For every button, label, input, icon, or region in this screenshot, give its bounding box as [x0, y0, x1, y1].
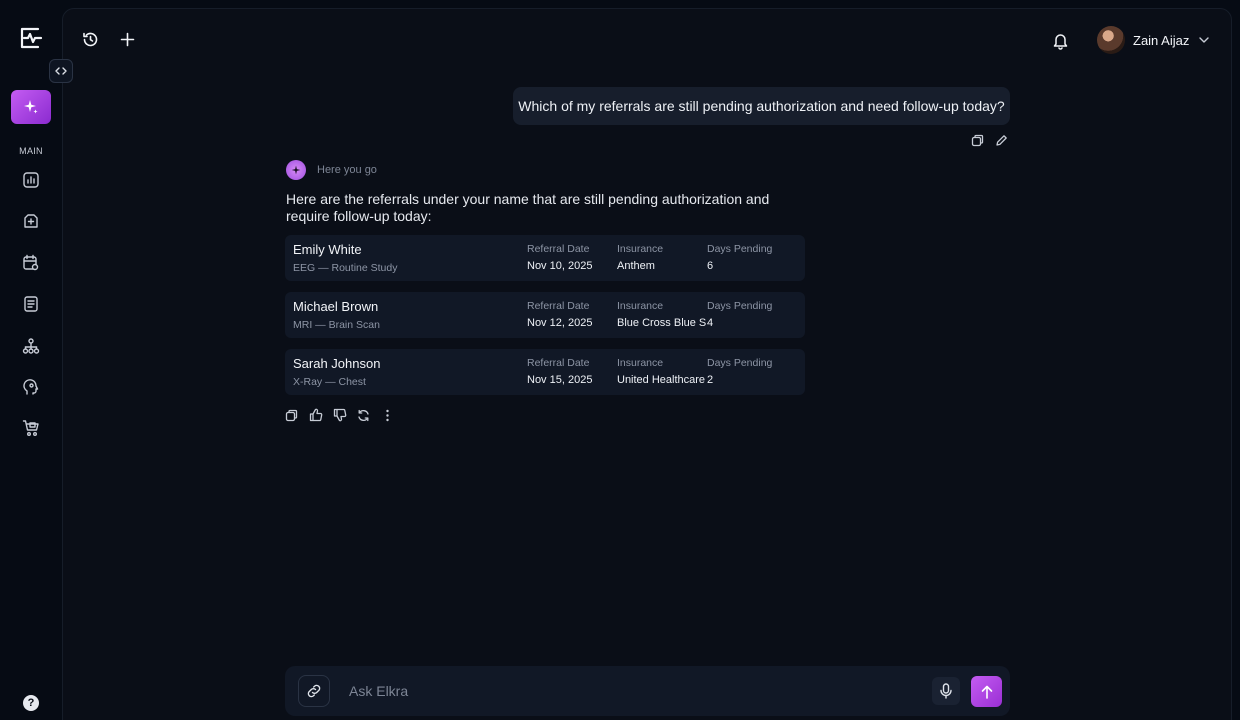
sidebar-item-network[interactable]	[19, 334, 43, 358]
voice-input-button[interactable]	[932, 677, 960, 705]
refresh-icon	[358, 409, 369, 421]
insurance-value: United Healthcare	[617, 374, 706, 386]
insurance-value: Blue Cross Blue S...	[617, 317, 707, 329]
new-chat-button[interactable]	[116, 28, 138, 50]
user-menu[interactable]: Zain Aijaz	[1097, 26, 1210, 54]
chat-composer	[285, 666, 1010, 716]
more-vertical-icon	[386, 409, 389, 421]
calendar-settings-icon	[23, 254, 39, 271]
history-icon	[82, 32, 97, 46]
copy-response-button[interactable]	[285, 406, 309, 424]
days-pending-label: Days Pending	[707, 300, 773, 312]
referral-date-value: Nov 15, 2025	[527, 374, 593, 386]
attach-button[interactable]	[298, 675, 330, 707]
sidebar-item-dashboard[interactable]	[19, 168, 43, 192]
copy-icon	[285, 409, 298, 421]
assistant-intro-text: Here are the referrals under your name t…	[286, 191, 770, 224]
insurance-value: Anthem	[617, 260, 655, 272]
procedure-detail: MRI — Brain Scan	[293, 319, 380, 331]
procedure-detail: EEG — Routine Study	[293, 262, 398, 274]
pencil-icon	[996, 134, 1007, 146]
referral-date-label: Referral Date	[527, 300, 590, 312]
link-icon	[307, 684, 321, 698]
referral-card[interactable]: Emily White EEG — Routine Study Referral…	[285, 235, 805, 281]
patient-name: Emily White	[293, 242, 362, 257]
network-icon	[22, 338, 40, 354]
sidebar-item-orders[interactable]	[19, 416, 43, 440]
sidebar: MAIN ?	[0, 0, 62, 720]
chart-icon	[23, 172, 39, 188]
folder-plus-icon	[24, 214, 38, 228]
days-pending-value: 4	[707, 317, 714, 329]
insurance-label: Insurance	[617, 300, 664, 312]
days-pending-label: Days Pending	[707, 357, 773, 369]
assistant-avatar	[286, 160, 306, 180]
referral-card[interactable]: Sarah Johnson X-Ray — Chest Referral Dat…	[285, 349, 805, 395]
chevron-down-icon	[1199, 37, 1210, 43]
send-button[interactable]	[971, 676, 1002, 707]
user-name: Zain Aijaz	[1133, 32, 1190, 48]
history-button[interactable]	[79, 28, 101, 50]
insurance-label: Insurance	[617, 357, 664, 369]
days-pending-value: 6	[707, 260, 714, 272]
user-message-text: Which of my referrals are still pending …	[518, 98, 1005, 114]
ai-assistant-button[interactable]	[11, 90, 51, 124]
patient-name: Michael Brown	[293, 299, 379, 314]
referral-card[interactable]: Michael Brown MRI — Brain Scan Referral …	[285, 292, 805, 338]
days-pending-label: Days Pending	[707, 243, 773, 255]
sidebar-item-documents[interactable]	[19, 292, 43, 316]
sparkle-icon	[291, 165, 301, 175]
sidebar-item-insights[interactable]	[19, 375, 43, 399]
notifications-button[interactable]	[1049, 30, 1071, 52]
thumbs-up-button[interactable]	[309, 406, 333, 424]
document-icon	[24, 296, 38, 312]
arrow-up-icon	[981, 685, 992, 699]
sparkle-icon	[24, 100, 38, 114]
referral-date-value: Nov 10, 2025	[527, 260, 593, 272]
copy-message-button[interactable]	[971, 131, 995, 149]
thumbs-down-button[interactable]	[333, 406, 357, 424]
nav-section-label: MAIN	[19, 146, 43, 156]
sidebar-toggle-button[interactable]	[49, 59, 73, 83]
assistant-response-tools	[285, 406, 405, 424]
edit-message-button[interactable]	[995, 131, 1019, 149]
thumbs-down-icon	[333, 408, 347, 422]
regenerate-button[interactable]	[357, 406, 381, 424]
procedure-detail: X-Ray — Chest	[293, 376, 366, 388]
help-button[interactable]: ?	[23, 695, 39, 711]
sidebar-item-calendar[interactable]	[19, 251, 43, 275]
app-logo[interactable]	[18, 26, 44, 50]
brain-head-icon	[23, 379, 39, 395]
cart-icon	[22, 420, 39, 436]
patient-name: Sarah Johnson	[293, 356, 381, 371]
referral-date-value: Nov 12, 2025	[527, 317, 593, 329]
referral-date-label: Referral Date	[527, 243, 590, 255]
copy-icon	[971, 134, 984, 146]
chat-input[interactable]	[349, 678, 909, 704]
plus-icon	[120, 32, 134, 46]
bell-icon	[1053, 34, 1067, 50]
avatar	[1097, 26, 1125, 54]
insurance-label: Insurance	[617, 243, 664, 255]
sidebar-item-new-referral[interactable]	[19, 209, 43, 233]
code-brackets-icon	[55, 67, 67, 75]
microphone-icon	[940, 683, 952, 699]
user-message-bubble: Which of my referrals are still pending …	[513, 87, 1010, 125]
main-panel: Zain Aijaz Which of my referrals are sti…	[62, 8, 1232, 720]
assistant-label: Here you go	[317, 164, 377, 176]
more-options-button[interactable]	[381, 406, 405, 424]
thumbs-up-icon	[309, 408, 323, 422]
days-pending-value: 2	[707, 374, 714, 386]
user-message-tools	[971, 131, 1019, 149]
referral-date-label: Referral Date	[527, 357, 590, 369]
